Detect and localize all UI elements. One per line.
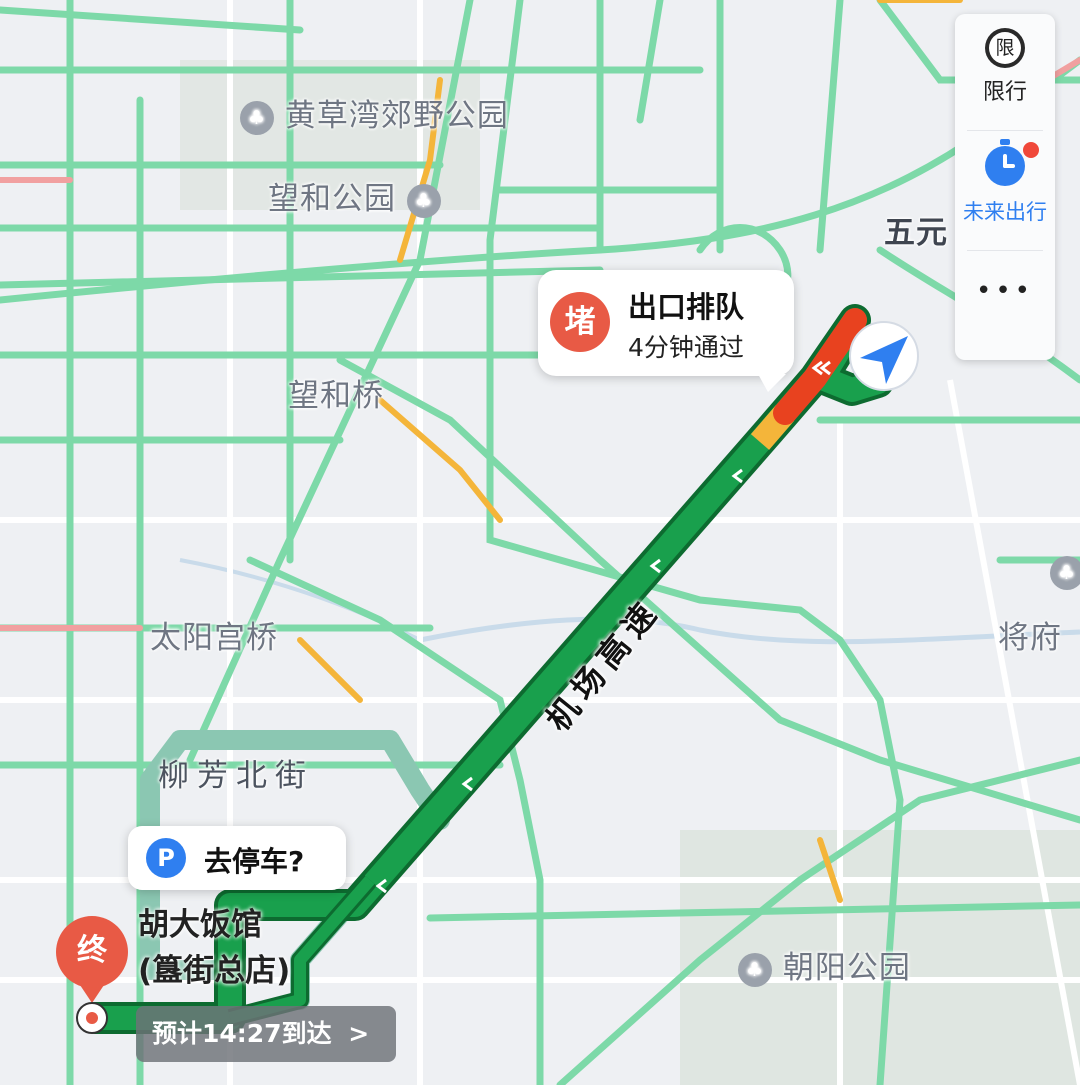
restriction-label: 限行 [982,80,1027,105]
park-icon: ♣ [240,100,274,135]
map-label-chaoyang-park[interactable]: ♣ 朝阳公园 [738,942,911,987]
river [419,616,1080,645]
restriction-icon-text: 限 [989,32,1021,64]
stopwatch-icon [985,139,1025,186]
current-location-marker[interactable] [849,321,919,391]
parking-label: 去停车? [204,845,305,878]
divider [967,250,1043,251]
poi-name: 朝阳公园 [782,950,911,986]
map-label-wuyuan: 五元 [884,215,948,251]
congestion-subtitle: 4分钟通过 [628,333,744,362]
destination-badge: 终 [77,933,107,968]
notification-dot [1023,142,1039,158]
map-label-wanghe-park[interactable]: 望和公园 ♣ [268,173,441,218]
parking-callout[interactable]: P 去停车? [128,826,346,890]
more-button[interactable]: ••• [955,276,1055,336]
map-controls-panel: 限 限行 未来出行 ••• [955,14,1055,360]
map-label-jiangfu[interactable]: 将府 ♣ [998,556,1080,657]
chevron-right-icon: > [348,1019,370,1048]
map-label-taiyanggong-bridge: 太阳宫桥 [150,620,278,656]
park-icon: ♣ [738,952,772,987]
congestion-title: 出口排队 [628,290,745,324]
future-travel-label: 未来出行 [963,200,1047,224]
eta-button[interactable]: 预计14:27到达 > [136,1006,396,1062]
destination-name-line2: (簋街总店) [138,953,291,989]
congestion-badge: 堵 [550,292,610,352]
poi-name: 望和公园 [268,181,396,217]
more-icon: ••• [975,276,1034,306]
divider [967,130,1043,131]
traffic-restriction-button[interactable]: 限 限行 [955,28,1055,128]
eta-text: 预计14:27到达 [152,1019,332,1048]
destination-name[interactable]: 胡大饭馆 (簋街总店) [138,902,290,994]
destination-name-line1: 胡大饭馆 [138,907,262,943]
map-label-liufang-north-street: 柳芳北街 [158,758,314,794]
congestion-callout[interactable]: 堵 出口排队 4分钟通过 [538,270,794,392]
callout-pointer [758,374,786,392]
parking-icon: P [146,838,186,878]
park-icon: ♣ [406,183,441,218]
map-label-wanghe-bridge: 望和桥 [288,378,384,414]
map-label-huangcaowan-park[interactable]: ♣ 黄草湾郊野公园 [240,90,509,135]
poi-name: 黄草湾郊野公园 [284,98,509,134]
future-travel-button[interactable]: 未来出行 [955,139,1055,246]
restriction-icon: 限 [985,28,1025,68]
park-icon: ♣ [1050,556,1080,590]
poi-name: 将府 [998,620,1062,656]
